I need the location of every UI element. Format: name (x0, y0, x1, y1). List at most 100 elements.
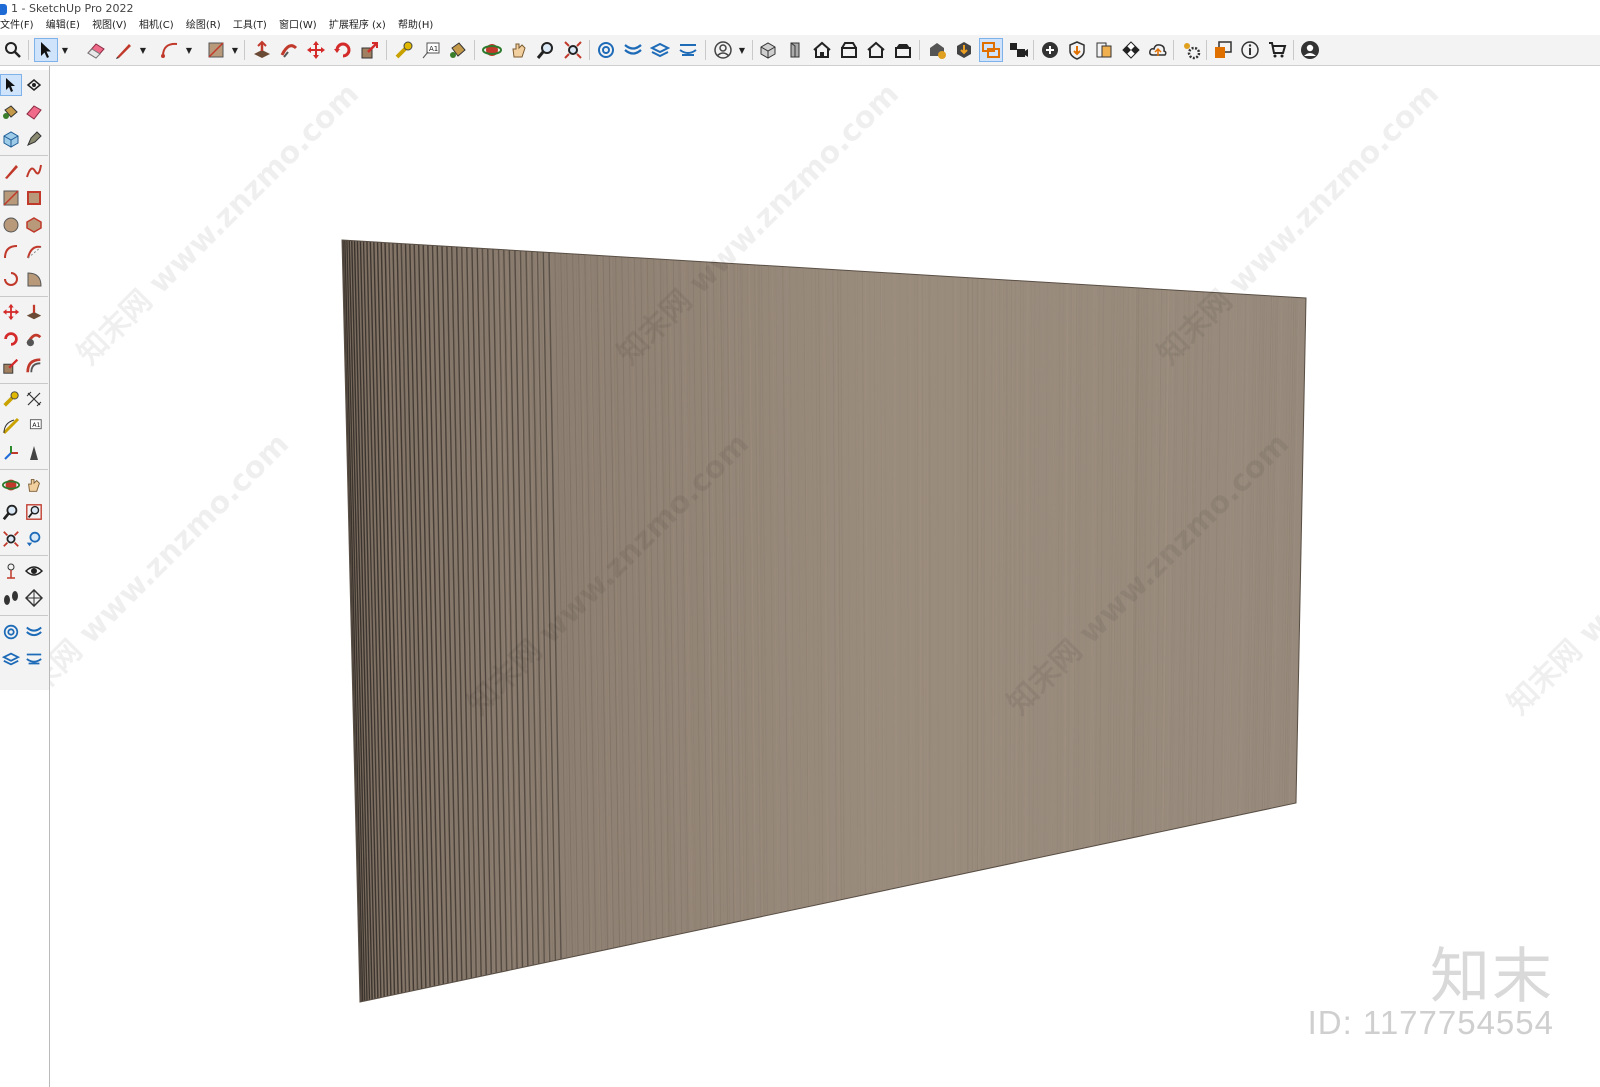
pencil-dropdown-chevron-icon[interactable]: ▼ (138, 38, 148, 62)
followme-tool-button[interactable] (277, 38, 301, 62)
menu-tools[interactable]: 工具(T) (229, 17, 272, 35)
share-component-button[interactable] (952, 38, 976, 62)
sandbox-smoove-button[interactable] (621, 38, 645, 62)
rotate-icon[interactable] (0, 328, 22, 350)
previous-view-icon[interactable] (23, 528, 45, 550)
rectangle-tool-button[interactable] (204, 38, 228, 62)
camera-scenes-button[interactable] (1006, 38, 1030, 62)
freehand-icon[interactable] (23, 160, 45, 182)
offset-icon[interactable] (23, 355, 45, 377)
menu-window[interactable]: 窗口(W) (275, 17, 322, 35)
checker-shadow-button[interactable] (1119, 38, 1143, 62)
menu-edit[interactable]: 编辑(E) (42, 17, 85, 35)
axes-icon[interactable] (0, 442, 22, 464)
tape-measure-tool-button[interactable] (392, 38, 416, 62)
search-icon[interactable] (1, 38, 25, 62)
extension-manager-button[interactable] (1179, 38, 1203, 62)
paint-bucket-tool-button[interactable] (446, 38, 470, 62)
3dtext-icon[interactable] (23, 442, 45, 464)
menu-file[interactable]: 文件(F) (0, 17, 39, 35)
scenes-button[interactable] (979, 38, 1003, 62)
arc-tool-button[interactable] (158, 38, 182, 62)
paint-bucket-icon[interactable] (0, 101, 22, 123)
arc-dropdown-chevron-icon[interactable]: ▼ (184, 38, 194, 62)
text-icon[interactable]: A1 (23, 415, 45, 437)
zoom-extents-tool-button[interactable] (561, 38, 585, 62)
info-button[interactable] (1238, 38, 1262, 62)
sandbox-stamp-button[interactable] (648, 38, 672, 62)
polygon-icon[interactable] (23, 214, 45, 236)
arc2-icon[interactable] (23, 241, 45, 263)
move-tool-button[interactable] (304, 38, 328, 62)
component-icon[interactable] (0, 128, 22, 150)
circle-icon[interactable] (0, 214, 22, 236)
rectangle-icon[interactable] (0, 187, 22, 209)
zoom-window-icon[interactable] (23, 501, 45, 523)
right-view-button[interactable] (837, 38, 861, 62)
followme-icon[interactable] (23, 328, 45, 350)
account-button[interactable] (711, 38, 735, 62)
walk-icon[interactable] (0, 587, 22, 609)
lookaround-icon[interactable] (23, 560, 45, 582)
orbit-icon[interactable] (23, 74, 45, 96)
section-icon[interactable] (23, 587, 45, 609)
add-location-button[interactable] (1038, 38, 1062, 62)
orbit2-icon[interactable] (0, 474, 22, 496)
solid-inspector-button[interactable] (1065, 38, 1089, 62)
eraser-tool-button[interactable] (84, 38, 108, 62)
select-icon[interactable] (0, 74, 22, 96)
pushpull-tool-button[interactable] (250, 38, 274, 62)
sandbox-smoove-icon[interactable] (23, 621, 45, 643)
zoom-tool-button[interactable] (534, 38, 558, 62)
cloud-upload-button[interactable] (1146, 38, 1170, 62)
zoom-icon[interactable] (0, 501, 22, 523)
dimension-icon[interactable] (23, 388, 45, 410)
pie-icon[interactable] (0, 268, 22, 290)
rotated-rect-icon[interactable] (23, 187, 45, 209)
tape-icon[interactable] (0, 388, 22, 410)
eraser-icon[interactable] (23, 101, 45, 123)
model-viewport[interactable]: 知末网 www.znzmo.com 知末网 www.znzmo.com 知末网 ww… (50, 66, 1600, 1087)
sandbox-contours-button[interactable] (594, 38, 618, 62)
iso-view-button[interactable] (756, 38, 780, 62)
sandbox-stamp-icon[interactable] (0, 648, 22, 670)
scale-icon[interactable] (0, 355, 22, 377)
menu-extensions[interactable]: 扩展程序 (x) (325, 17, 391, 35)
left-view-button[interactable] (891, 38, 915, 62)
menu-view[interactable]: 视图(V) (88, 17, 132, 35)
warehouse-button[interactable] (925, 38, 949, 62)
pushpull-icon[interactable] (23, 301, 45, 323)
menu-camera[interactable]: 相机(C) (135, 17, 179, 35)
orbit-tool-button[interactable] (480, 38, 504, 62)
pan-icon[interactable] (23, 474, 45, 496)
scale-tool-button[interactable] (358, 38, 382, 62)
arc3-icon[interactable] (23, 268, 45, 290)
front-view-button[interactable] (810, 38, 834, 62)
line-icon[interactable] (0, 160, 22, 182)
sandbox-contours-icon[interactable] (0, 621, 22, 643)
zoom-extents-icon[interactable] (0, 528, 22, 550)
sandbox-drape-button[interactable] (676, 38, 700, 62)
account-dropdown-chevron-icon[interactable]: ▼ (737, 38, 747, 62)
protractor-icon[interactable] (0, 415, 22, 437)
cart-button[interactable] (1265, 38, 1289, 62)
menu-help[interactable]: 帮助(H) (394, 17, 438, 35)
menu-draw[interactable]: 绘图(R) (182, 17, 226, 35)
pencil-tool-button[interactable] (112, 38, 136, 62)
select-tool-button[interactable] (34, 38, 58, 62)
move-icon[interactable] (0, 301, 22, 323)
position-camera-icon[interactable] (0, 560, 22, 582)
layout-button[interactable] (1211, 38, 1235, 62)
pan-tool-button[interactable] (507, 38, 531, 62)
styles-button[interactable] (1092, 38, 1116, 62)
text-tool-button[interactable]: A1 (419, 38, 443, 62)
arc-icon[interactable] (0, 241, 22, 263)
top-view-button[interactable] (783, 38, 807, 62)
rotate-tool-button[interactable] (331, 38, 355, 62)
select-dropdown-chevron-icon[interactable]: ▼ (60, 38, 70, 62)
sandbox-drape-icon[interactable] (23, 648, 45, 670)
user-profile-button[interactable] (1298, 38, 1322, 62)
shape-dropdown-chevron-icon[interactable]: ▼ (230, 38, 240, 62)
tag-icon[interactable] (23, 128, 45, 150)
back-view-button[interactable] (864, 38, 888, 62)
